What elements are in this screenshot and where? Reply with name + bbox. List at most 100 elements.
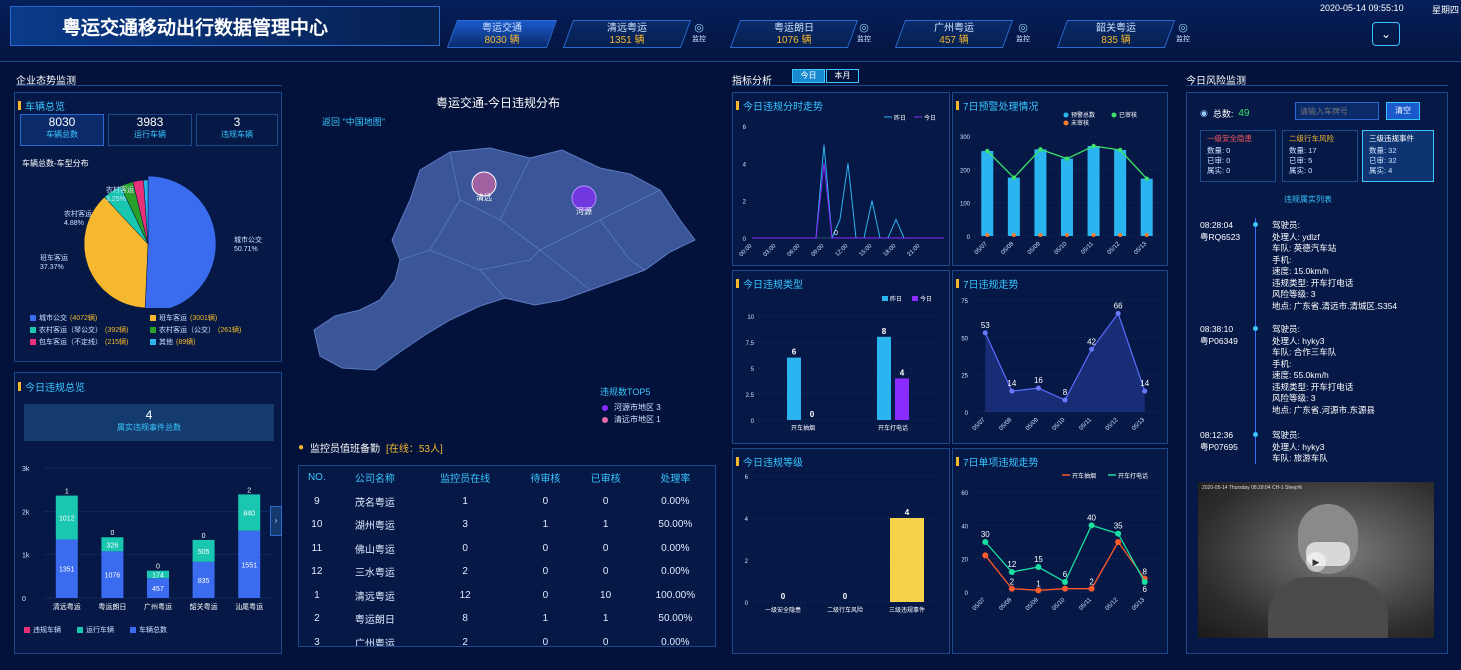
warning-process-chart: 0 100 200 300 05/07 05/08 05/09 05/10 05/11 05/12… (960, 111, 1160, 256)
level-row: 属实: 0 (1289, 166, 1313, 175)
dot-icon (602, 416, 608, 423)
data-label: 0 (843, 592, 848, 601)
tab-yueyun[interactable]: 粤运交通 8030 辆 (446, 20, 558, 48)
legend-item[interactable]: 农村客运（琴公交） (392辆) (30, 325, 150, 335)
legend-label: 开车抽烟 (1072, 472, 1096, 480)
cell: 0 (542, 542, 549, 554)
point (1062, 397, 1068, 403)
legend-item[interactable]: 车辆总数 (130, 625, 167, 635)
data-label: 0 (810, 410, 815, 419)
cell: 0 (462, 542, 468, 554)
bar-label: 1351 (59, 567, 75, 574)
point (1142, 388, 1148, 394)
col-header[interactable]: 公司名称 (335, 466, 415, 490)
tab-shaoguan[interactable]: 韶关粤运 835 辆 (1056, 20, 1176, 48)
point (982, 552, 989, 559)
pie-label-coach: 班车客运 37.37% (40, 254, 68, 272)
bar (1034, 149, 1047, 236)
monitor-button[interactable]: ◎ 监控 (686, 22, 712, 46)
cell: 1 (542, 613, 549, 625)
event-line: 处理人: hyky3 (1272, 441, 1325, 452)
top5-item[interactable]: 河源市地区 3 (602, 402, 661, 413)
toggle-month[interactable]: 本月 (826, 69, 859, 83)
level-row: 数量: 0 (1207, 146, 1231, 155)
section-underline (16, 85, 282, 86)
stat-running[interactable]: 3983 运行车辆 (108, 114, 192, 146)
legend-swatch (150, 327, 156, 333)
table-row[interactable]: 3 广州粤运 2 0 0 0.00% (299, 631, 715, 647)
legend-swatch (882, 296, 888, 301)
play-icon[interactable]: ▶ (1306, 552, 1326, 572)
x-tick-label: 18:00 (883, 243, 898, 258)
monitor-icon: ◎ (694, 22, 704, 34)
risk-level-card[interactable]: 一级安全隐患 数量: 0 已审: 0 属实: 0 (1200, 130, 1276, 182)
table-row[interactable]: 11 佛山粤运 0 0 0 0.00% (299, 537, 715, 561)
tab-guangzhou[interactable]: 广州粤运 457 辆 (894, 20, 1014, 48)
cell: 3 (314, 636, 320, 647)
cell: 0 (602, 636, 609, 647)
y-tick-label: 50 (961, 336, 968, 342)
stat-total[interactable]: 8030 车辆总数 (20, 114, 104, 146)
col-header[interactable]: 待审核 (515, 466, 575, 490)
point-unreviewed (1065, 233, 1069, 237)
hourly-trend-chart: 0 2 4 6 00:00 03:00 06:00 09:00 12:00 15:00 18:00 2… (739, 114, 944, 258)
tab-qingyuan[interactable]: 清远粤运 1351 辆 (562, 20, 692, 48)
table-row[interactable]: 12 三水粤运 2 0 0 0.00% (299, 560, 715, 584)
col-header[interactable]: 处理率 (636, 466, 715, 490)
legend-item[interactable]: 包车客运（不定线） (215辆) (30, 337, 150, 347)
legend-item[interactable]: 其他 (89辆) (150, 337, 278, 347)
tab-langri[interactable]: 粤运朗日 1076 辆 (729, 20, 859, 48)
legend-item[interactable]: 违规车辆 (24, 625, 61, 635)
collapse-button[interactable]: ⌄ (1372, 22, 1400, 46)
toggle-today[interactable]: 今日 (792, 69, 825, 83)
data-label: 53 (981, 321, 990, 330)
monitor-icon: ◎ (1018, 22, 1028, 34)
cell: 0.00% (661, 495, 690, 507)
pie-label-name: 班车客运 (40, 255, 68, 262)
expand-handle[interactable]: › (270, 506, 282, 536)
x-tick-label: 05/08 (1000, 241, 1015, 256)
tab-name: 韶关粤运 (1096, 23, 1136, 34)
table-row[interactable]: 9 茂名粤运 1 0 0 0.00% (299, 490, 715, 514)
point (1062, 585, 1068, 592)
monitor-button[interactable]: ◎ 监控 (1010, 22, 1036, 46)
weekday: 星期四 (1432, 5, 1460, 15)
x-tick-label: 广州粤运 (144, 602, 172, 611)
stat-violation[interactable]: 3 违规车辆 (196, 114, 278, 146)
level-row: 属实: 4 (1369, 166, 1393, 175)
y-tick-label: 0 (965, 591, 969, 597)
clear-button[interactable]: 清空 (1386, 102, 1420, 120)
violation-overview-title: 今日违规总览 (18, 379, 85, 394)
col-header[interactable]: NO. (299, 466, 335, 490)
legend-item[interactable]: 运行车辆 (77, 625, 114, 635)
x-tick-label: 韶关粤运 (190, 602, 218, 611)
legend-count: (4072辆) (70, 315, 98, 322)
risk-level-card[interactable]: 三级违规事件 数量: 32 已审: 32 属实: 4 (1362, 130, 1434, 182)
col-header[interactable]: 监控员在线 (415, 466, 515, 490)
legend-item[interactable]: 城市公交 (4072辆) (30, 313, 150, 323)
legend-item[interactable]: 班车客运 (3001辆) (150, 313, 278, 323)
top5-item[interactable]: 清远市地区 1 (602, 414, 661, 425)
y-tick-label: 100 (960, 202, 971, 208)
plate-search-input[interactable] (1295, 102, 1379, 120)
cell: 1 (602, 519, 609, 531)
shield-icon: ◉ (1200, 108, 1208, 118)
province-shape[interactable] (313, 147, 696, 371)
tab-count: 8030 辆 (484, 35, 520, 46)
risk-level-card[interactable]: 二级行车风险 数量: 17 已审: 5 属实: 0 (1282, 130, 1358, 182)
series-line-yesterday (752, 144, 944, 239)
table-row[interactable]: 1 清远粤运 12 0 10 100.00% (299, 584, 715, 608)
monitor-button[interactable]: ◎ 监控 (851, 22, 877, 46)
stat-label: 违规车辆 (221, 130, 253, 139)
bar-label: 1012 (59, 516, 75, 523)
legend-item[interactable]: 农村客运（公交） (261辆) (150, 325, 278, 335)
map-back-link[interactable]: 返回 "中国地图" (322, 115, 385, 128)
table-row[interactable]: 10 湖州粤运 3 1 1 50.00% (299, 513, 715, 537)
cell: 0.00% (661, 542, 690, 554)
monitor-button[interactable]: ◎ 监控 (1170, 22, 1196, 46)
table-row[interactable]: 2 粤运朗日 8 1 1 50.00% (299, 607, 715, 631)
video-player[interactable]: 2020-05-14 Thursday 08:28:04 CH-1 Sleep%… (1198, 482, 1434, 638)
y-tick-label: 6 (745, 475, 749, 481)
col-header[interactable]: 已审核 (576, 466, 636, 490)
point (1008, 569, 1015, 575)
